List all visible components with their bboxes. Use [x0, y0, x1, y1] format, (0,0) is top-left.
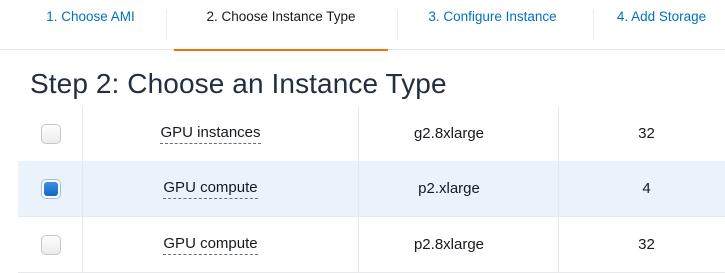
- table-row[interactable]: GPU compute p2.8xlarge 32: [18, 217, 725, 273]
- tab-divider: [166, 10, 167, 40]
- type-cell: p2.8xlarge: [413, 236, 485, 253]
- tab-add-storage[interactable]: 4. Add Storage: [598, 0, 725, 50]
- table-row[interactable]: GPU compute p2.xlarge 4: [18, 161, 725, 217]
- column-divider: [558, 106, 559, 273]
- column-divider: [82, 106, 83, 273]
- row-select-cell: [38, 106, 64, 161]
- type-cell: g2.8xlarge: [413, 125, 485, 142]
- tab-add-storage-label: 4. Add Storage: [616, 8, 707, 24]
- row-select-cell: [38, 161, 64, 216]
- row-checkbox[interactable]: [41, 234, 61, 255]
- row-checkbox[interactable]: [41, 123, 61, 144]
- column-divider: [358, 106, 359, 273]
- family-cell: GPU compute: [83, 161, 338, 216]
- family-cell: GPU compute: [83, 217, 338, 272]
- tab-choose-instance-type-label: 2. Choose Instance Type: [206, 8, 356, 24]
- tab-choose-ami-label: 1. Choose AMI: [46, 8, 135, 24]
- instance-wizard-page: 1. Choose AMI 2. Choose Instance Type 3.…: [0, 0, 725, 273]
- instance-family[interactable]: GPU compute: [163, 235, 258, 255]
- tab-divider: [593, 10, 594, 40]
- tab-configure-instance[interactable]: 3. Configure Instance: [400, 0, 585, 50]
- family-cell: GPU instances: [83, 106, 338, 161]
- page-title: Step 2: Choose an Instance Type: [30, 68, 447, 99]
- row-select-cell: [38, 217, 64, 272]
- vcpus-cell: 4: [642, 180, 651, 197]
- wizard-steps-nav: 1. Choose AMI 2. Choose Instance Type 3.…: [0, 0, 725, 51]
- row-checkbox-checked[interactable]: [41, 178, 61, 199]
- tab-configure-instance-label: 3. Configure Instance: [428, 8, 557, 24]
- vcpus-cell: 32: [638, 236, 655, 253]
- instance-family[interactable]: GPU compute: [163, 179, 258, 199]
- type-cell: p2.xlarge: [418, 180, 480, 197]
- instance-family[interactable]: GPU instances: [160, 124, 261, 144]
- table-row[interactable]: GPU instances g2.8xlarge 32: [18, 106, 725, 162]
- tab-choose-instance-type[interactable]: 2. Choose Instance Type: [170, 0, 392, 51]
- checkbox-check-indicator: [44, 181, 58, 196]
- tab-divider: [397, 10, 398, 40]
- vcpus-cell: 32: [638, 125, 655, 142]
- instance-type-table: GPU instances g2.8xlarge 32 GPU compute …: [18, 106, 725, 273]
- tab-choose-ami[interactable]: 1. Choose AMI: [18, 0, 163, 50]
